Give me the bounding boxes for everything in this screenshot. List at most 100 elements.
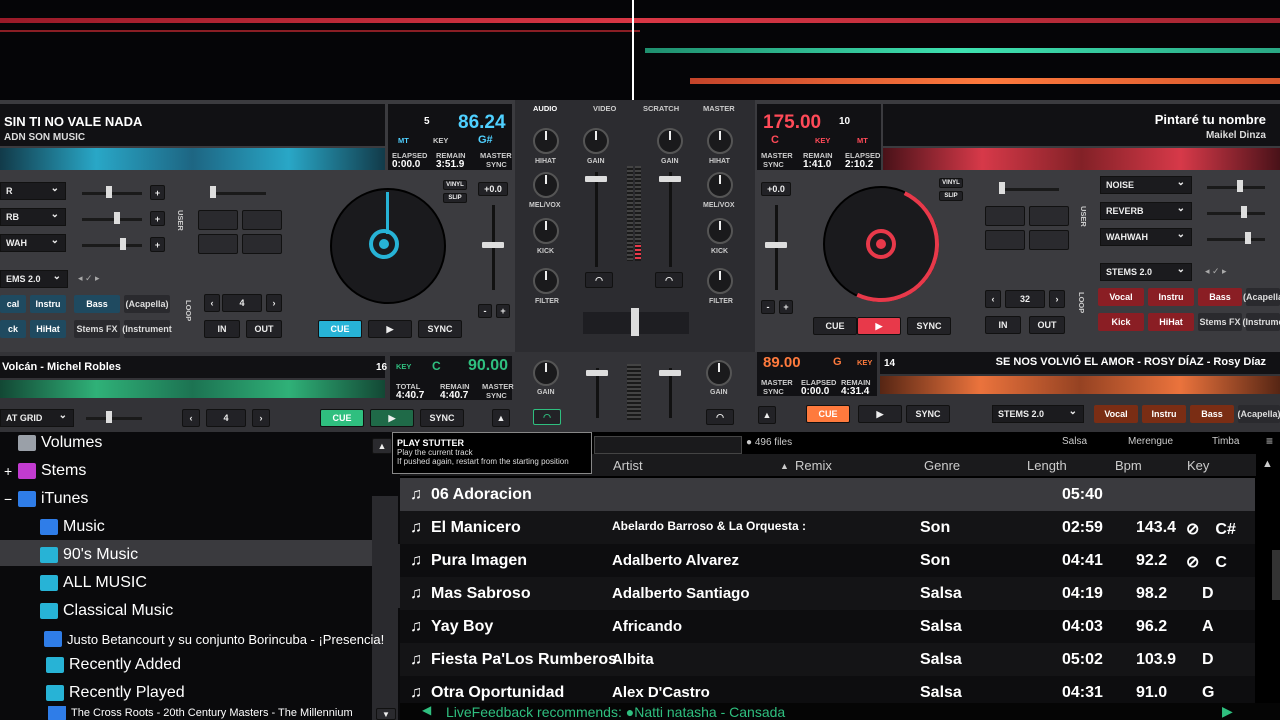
feedback-text[interactable]: LiveFeedback recommends: ●Natti natasha …: [446, 704, 785, 720]
loop-in-button[interactable]: IN: [985, 316, 1021, 334]
tree-item-justo[interactable]: Justo Betancourt y su conjunto Borincuba…: [44, 626, 384, 652]
pad-2[interactable]: [242, 210, 282, 230]
list-scrollbar[interactable]: [1272, 550, 1280, 600]
deck-bl-loop-next[interactable]: ›: [252, 409, 270, 427]
deck-br-play-button[interactable]: ▶: [858, 405, 902, 423]
tab-scratch[interactable]: SCRATCH: [643, 104, 679, 113]
loop-out-button[interactable]: OUT: [1029, 316, 1065, 334]
stem-instru[interactable]: Instru: [1148, 288, 1194, 306]
stem-vocal[interactable]: cal: [0, 295, 26, 313]
fx-slider-3-handle[interactable]: [120, 238, 126, 250]
deck-br-stem-bass[interactable]: Bass: [1190, 405, 1234, 423]
volume-fader-right-handle[interactable]: [659, 176, 681, 182]
play-button[interactable]: ▶: [368, 320, 412, 338]
pad-slider-handle[interactable]: [999, 182, 1005, 194]
col-key[interactable]: Key: [1187, 458, 1209, 473]
fx-slider-3[interactable]: [1207, 238, 1265, 241]
fx-select-3[interactable]: WAH: [0, 234, 66, 252]
deck-bl-slider[interactable]: [86, 417, 142, 420]
pitch-reset[interactable]: +0.0: [761, 182, 791, 196]
fx-slider-2[interactable]: [82, 218, 142, 221]
pad-3[interactable]: [985, 230, 1025, 250]
tree-item-all-music[interactable]: ALL MUSIC: [40, 570, 147, 596]
col-remix[interactable]: Remix: [795, 458, 832, 473]
tree-item-music[interactable]: Music: [40, 514, 105, 540]
pitch-slider-handle[interactable]: [765, 242, 787, 248]
fx-select-1[interactable]: NOISE: [1100, 176, 1192, 194]
filter-merengue[interactable]: Merengue: [1128, 436, 1173, 447]
gain-knob-right[interactable]: [657, 128, 683, 154]
slip-button[interactable]: SLIP: [939, 191, 963, 201]
vinyl-button[interactable]: VINYL: [443, 180, 467, 190]
loop-in-button[interactable]: IN: [204, 320, 240, 338]
pad-1[interactable]: [985, 206, 1025, 226]
knob-kick-left[interactable]: [533, 218, 559, 244]
tab-master[interactable]: MASTER: [703, 104, 735, 113]
search-input[interactable]: [594, 436, 742, 454]
col-genre[interactable]: Genre: [924, 458, 960, 473]
play-prev-icon[interactable]: ◀: [422, 703, 431, 717]
stem-vocal[interactable]: Vocal: [1098, 288, 1144, 306]
deck-bl-slider-handle[interactable]: [106, 411, 112, 423]
fx-select-2[interactable]: REVERB: [1100, 202, 1192, 220]
table-row[interactable]: ♫ El Manicero Abelardo Barroso & La Orques…: [400, 511, 1255, 544]
deck-bl-grid-select[interactable]: AT GRID: [0, 409, 74, 427]
stem-bass[interactable]: Bass: [74, 295, 120, 313]
knob-hihat-left[interactable]: [533, 128, 559, 154]
fx-add-3-button[interactable]: +: [150, 237, 165, 252]
stems-arrows[interactable]: ◂ ✓ ▸: [78, 273, 100, 284]
loop-out-button[interactable]: OUT: [246, 320, 282, 338]
deck-br-stem-acapella[interactable]: (Acapella): [1238, 405, 1280, 423]
expand-icon[interactable]: +: [4, 463, 18, 479]
loop-next-button[interactable]: ›: [266, 294, 282, 312]
fx-slider-3[interactable]: [82, 244, 142, 247]
stem-instru[interactable]: Instru: [30, 295, 66, 313]
vinyl-button[interactable]: VINYL: [939, 178, 963, 188]
col-length[interactable]: Length: [1027, 458, 1067, 473]
sync-button[interactable]: SYNC: [418, 320, 462, 338]
pad-3[interactable]: [198, 234, 238, 254]
knob-melvox-left[interactable]: [533, 172, 559, 198]
stem-fx[interactable]: Stems FX: [74, 320, 120, 338]
table-row[interactable]: ♫ Yay Boy Africando Salsa 04:03 96.2 A: [400, 610, 1255, 643]
filter-salsa[interactable]: Salsa: [1062, 436, 1087, 447]
loop-next-button[interactable]: ›: [1049, 290, 1065, 308]
headphone-left-icon[interactable]: ◠: [585, 272, 613, 288]
fx-slider-1[interactable]: [1207, 186, 1265, 189]
slip-button[interactable]: SLIP: [443, 193, 467, 203]
tree-item-cross-roots[interactable]: The Cross Roots - 20th Century Masters -…: [48, 706, 353, 720]
fx-slider-2-handle[interactable]: [114, 212, 120, 224]
tree-item-recently-added[interactable]: Recently Added: [46, 652, 181, 678]
volume-fader-right[interactable]: [669, 172, 672, 267]
stems-mode-select[interactable]: EMS 2.0: [0, 270, 68, 288]
tree-item-recently-played[interactable]: Recently Played: [46, 680, 185, 706]
tree-item-classical[interactable]: Classical Music: [40, 598, 173, 624]
stems-mode-select[interactable]: STEMS 2.0: [1100, 263, 1192, 281]
fx-select-1[interactable]: R: [0, 182, 66, 200]
sync-button[interactable]: SYNC: [907, 317, 951, 335]
tree-item-90s-music[interactable]: 90's Music: [40, 542, 138, 568]
fx-slider-2[interactable]: [1207, 212, 1265, 215]
pad-4[interactable]: [242, 234, 282, 254]
stem-hihat[interactable]: HiHat: [30, 320, 66, 338]
crossfader-handle[interactable]: [631, 308, 639, 336]
headphone-right-icon[interactable]: ◠: [655, 272, 683, 288]
loop-size[interactable]: 4: [222, 294, 262, 312]
knob-filter-left[interactable]: [533, 268, 559, 294]
deck-bl-loop-prev[interactable]: ‹: [182, 409, 200, 427]
volume-fader-left[interactable]: [595, 172, 598, 267]
tab-video[interactable]: VIDEO: [593, 104, 616, 113]
loop-prev-button[interactable]: ‹: [204, 294, 220, 312]
knob-filter-right[interactable]: [707, 268, 733, 294]
pad-slider[interactable]: [210, 192, 266, 195]
tree-item-itunes[interactable]: − iTunes: [4, 486, 88, 512]
loop-prev-button[interactable]: ‹: [985, 290, 1001, 308]
deck-br-stem-instru[interactable]: Instru: [1142, 405, 1186, 423]
loop-size[interactable]: 32: [1005, 290, 1045, 308]
cue-button[interactable]: CUE: [318, 320, 362, 338]
sort-asc-icon[interactable]: ▲: [780, 461, 789, 471]
pitch-plus-button[interactable]: +: [496, 304, 510, 318]
pad-slider-handle[interactable]: [210, 186, 216, 198]
cue-button[interactable]: CUE: [813, 317, 857, 335]
stem-acapella[interactable]: (Acapella): [124, 295, 170, 313]
